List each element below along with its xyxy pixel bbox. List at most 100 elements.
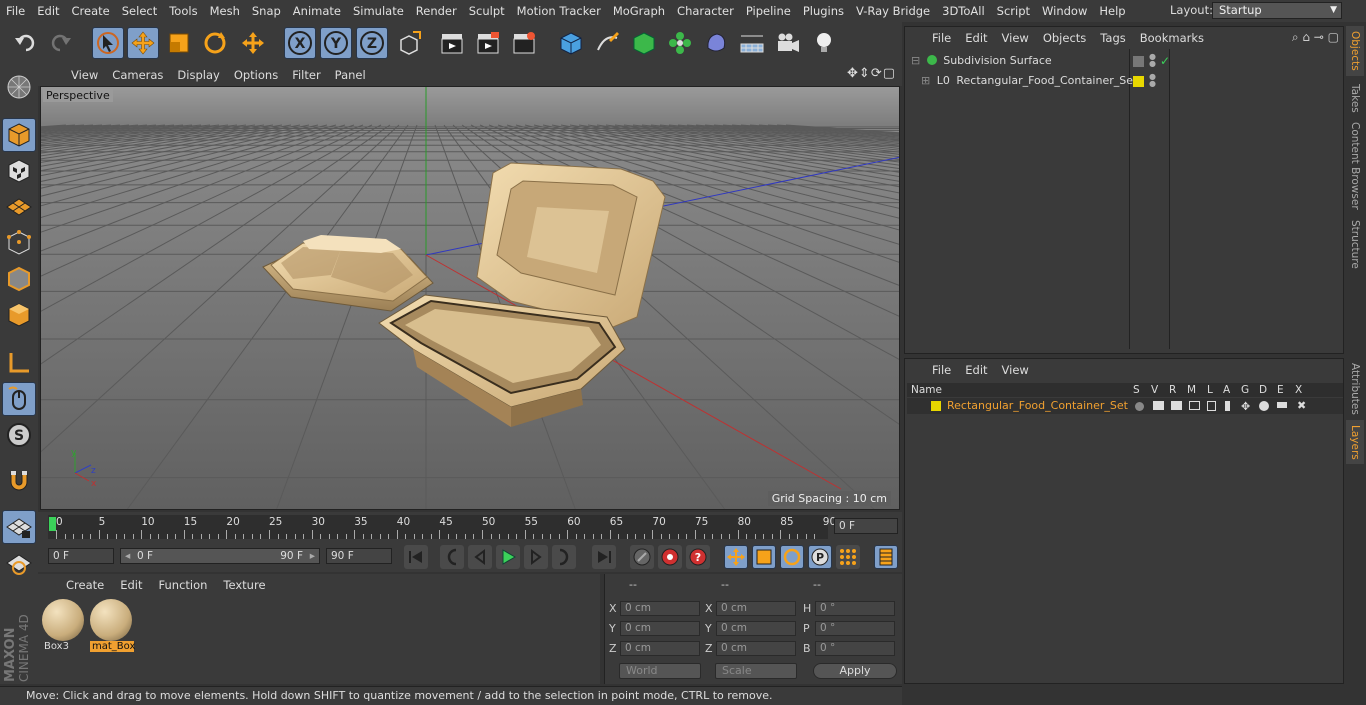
menu-file[interactable]: File [0, 4, 31, 18]
transform-tool-button[interactable] [237, 27, 269, 59]
tab-objects[interactable]: Objects [1346, 26, 1364, 76]
add-environment-button[interactable] [736, 27, 768, 59]
redo-button[interactable] [44, 27, 76, 59]
xref-icon[interactable]: ✖ [1297, 399, 1306, 412]
y-axis-lock-button[interactable]: Y [320, 27, 352, 59]
layer-menu-file[interactable]: File [925, 363, 958, 377]
timeline-ruler[interactable]: 0 5 10 15 20 25 30 35 40 45 50 55 60 65 70 75 80 85 90 [48, 515, 836, 539]
object-menu-file[interactable]: File [925, 31, 958, 45]
current-frame-field[interactable]: 0 F [834, 518, 898, 534]
record-position-button[interactable] [724, 545, 748, 569]
render-picture-viewer-button[interactable] [472, 27, 504, 59]
add-light-button[interactable] [808, 27, 840, 59]
viewport-menu-display[interactable]: Display [170, 68, 226, 82]
world-dropdown[interactable]: World [619, 663, 701, 679]
layer-menu-edit[interactable]: Edit [958, 363, 994, 377]
locked-workplane-button[interactable] [2, 546, 36, 580]
menu-mesh[interactable]: Mesh [204, 4, 246, 18]
size-z-field[interactable]: 0 cm [716, 641, 796, 656]
enabled-check-icon[interactable]: ✓ [1160, 54, 1170, 68]
position-x-field[interactable]: 0 cm [620, 601, 700, 616]
menu-mograph[interactable]: MoGraph [607, 4, 671, 18]
deformer-icon[interactable] [1259, 401, 1269, 411]
lock-icon[interactable] [1207, 401, 1216, 411]
animation-icon[interactable] [1225, 401, 1230, 411]
material-menu-function[interactable]: Function [151, 578, 216, 592]
record-parameter-button[interactable]: P [808, 545, 832, 569]
axis-mode-button[interactable] [2, 346, 36, 380]
viewport-menu-panel[interactable]: Panel [328, 68, 373, 82]
object-menu-tags[interactable]: Tags [1093, 31, 1132, 45]
undo-button[interactable] [10, 27, 42, 59]
record-rotation-button[interactable] [780, 545, 804, 569]
rotate-tool-button[interactable] [199, 27, 231, 59]
layer-color-icon[interactable] [1133, 76, 1144, 87]
material-mat-box[interactable]: mat_Box [90, 599, 135, 655]
menu-render[interactable]: Render [410, 4, 463, 18]
live-selection-button[interactable] [92, 27, 124, 59]
previous-frame-button[interactable] [468, 545, 492, 569]
next-frame-button[interactable] [524, 545, 548, 569]
go-to-start-button[interactable] [404, 545, 428, 569]
playhead[interactable] [49, 517, 56, 531]
coordinate-system-button[interactable] [393, 27, 425, 59]
grid-snap-button[interactable] [2, 510, 36, 544]
menu-window[interactable]: Window [1036, 4, 1093, 18]
menu-vray-bridge[interactable]: V-Ray Bridge [850, 4, 936, 18]
object-menu-objects[interactable]: Objects [1036, 31, 1093, 45]
next-key-button[interactable] [552, 545, 576, 569]
autokeying-button[interactable] [658, 545, 682, 569]
render-toggle-icon[interactable] [1133, 56, 1144, 67]
menu-create[interactable]: Create [66, 4, 116, 18]
tab-attributes[interactable]: Attributes [1346, 356, 1364, 422]
size-x-field[interactable]: 0 cm [716, 601, 796, 616]
polygons-mode-button[interactable] [2, 298, 36, 332]
menu-script[interactable]: Script [991, 4, 1036, 18]
menu-plugins[interactable]: Plugins [797, 4, 850, 18]
layer-row-food-container-set[interactable]: Rectangular_Food_Container_Set ✥ ✖ [907, 398, 1343, 414]
eye-icon[interactable] [1153, 401, 1164, 410]
tab-layers[interactable]: Layers [1346, 420, 1364, 464]
size-y-field[interactable]: 0 cm [716, 621, 796, 636]
scale-dropdown[interactable]: Scale [715, 663, 797, 679]
layer-color-swatch[interactable] [931, 401, 941, 411]
model-mode-button[interactable] [2, 118, 36, 152]
manager-icon[interactable] [1189, 401, 1200, 410]
position-y-field[interactable]: 0 cm [620, 621, 700, 636]
frame-range-slider[interactable]: ◂ 0 F 90 F ▸ [120, 548, 320, 564]
record-scale-button[interactable] [752, 545, 776, 569]
tab-structure[interactable]: Structure [1346, 216, 1364, 272]
perspective-viewport[interactable]: y z x Perspective Grid Spacing : 10 cm [40, 86, 900, 510]
object-row-subdivision-surface[interactable]: ⊟ Subdivision Surface [911, 52, 1052, 70]
material-menu-texture[interactable]: Texture [215, 578, 273, 592]
record-point-level-button[interactable] [836, 545, 860, 569]
add-mograph-button[interactable] [664, 27, 696, 59]
render-view-button[interactable] [436, 27, 468, 59]
material-box3[interactable]: Box3 [42, 599, 86, 655]
viewport-menu-view[interactable]: View [64, 68, 105, 82]
edges-mode-button[interactable] [2, 262, 36, 296]
play-button[interactable] [496, 545, 520, 569]
menu-edit[interactable]: Edit [31, 4, 65, 18]
end-frame-field[interactable]: 90 F [326, 548, 392, 564]
x-axis-lock-button[interactable]: X [284, 27, 316, 59]
visibility-dots-icon[interactable]: ● ● [1149, 53, 1156, 68]
add-spline-button[interactable] [592, 27, 624, 59]
menu-snap[interactable]: Snap [246, 4, 287, 18]
object-menu-bookmarks[interactable]: Bookmarks [1133, 31, 1211, 45]
keyframe-selection-button[interactable]: ? [686, 545, 710, 569]
menu-tools[interactable]: Tools [163, 4, 203, 18]
search-home-icons[interactable]: ⌕ ⌂ ⊸ ▢ [1292, 30, 1339, 45]
tab-takes[interactable]: Takes [1346, 80, 1364, 116]
rotation-h-field[interactable]: 0 ° [815, 601, 895, 616]
rotation-b-field[interactable]: 0 ° [815, 641, 895, 656]
position-z-field[interactable]: 0 cm [620, 641, 700, 656]
menu-character[interactable]: Character [671, 4, 740, 18]
clapper-icon[interactable] [1171, 401, 1182, 410]
viewport-navigation-icons[interactable]: ✥⇕⟳▢ [847, 66, 896, 81]
add-cube-button[interactable] [555, 27, 587, 59]
object-row-food-container-set[interactable]: ⊞ L0 Rectangular_Food_Container_Set [921, 72, 1137, 90]
expression-icon[interactable] [1277, 402, 1287, 408]
material-menu-create[interactable]: Create [58, 578, 112, 592]
menu-motion-tracker[interactable]: Motion Tracker [511, 4, 607, 18]
